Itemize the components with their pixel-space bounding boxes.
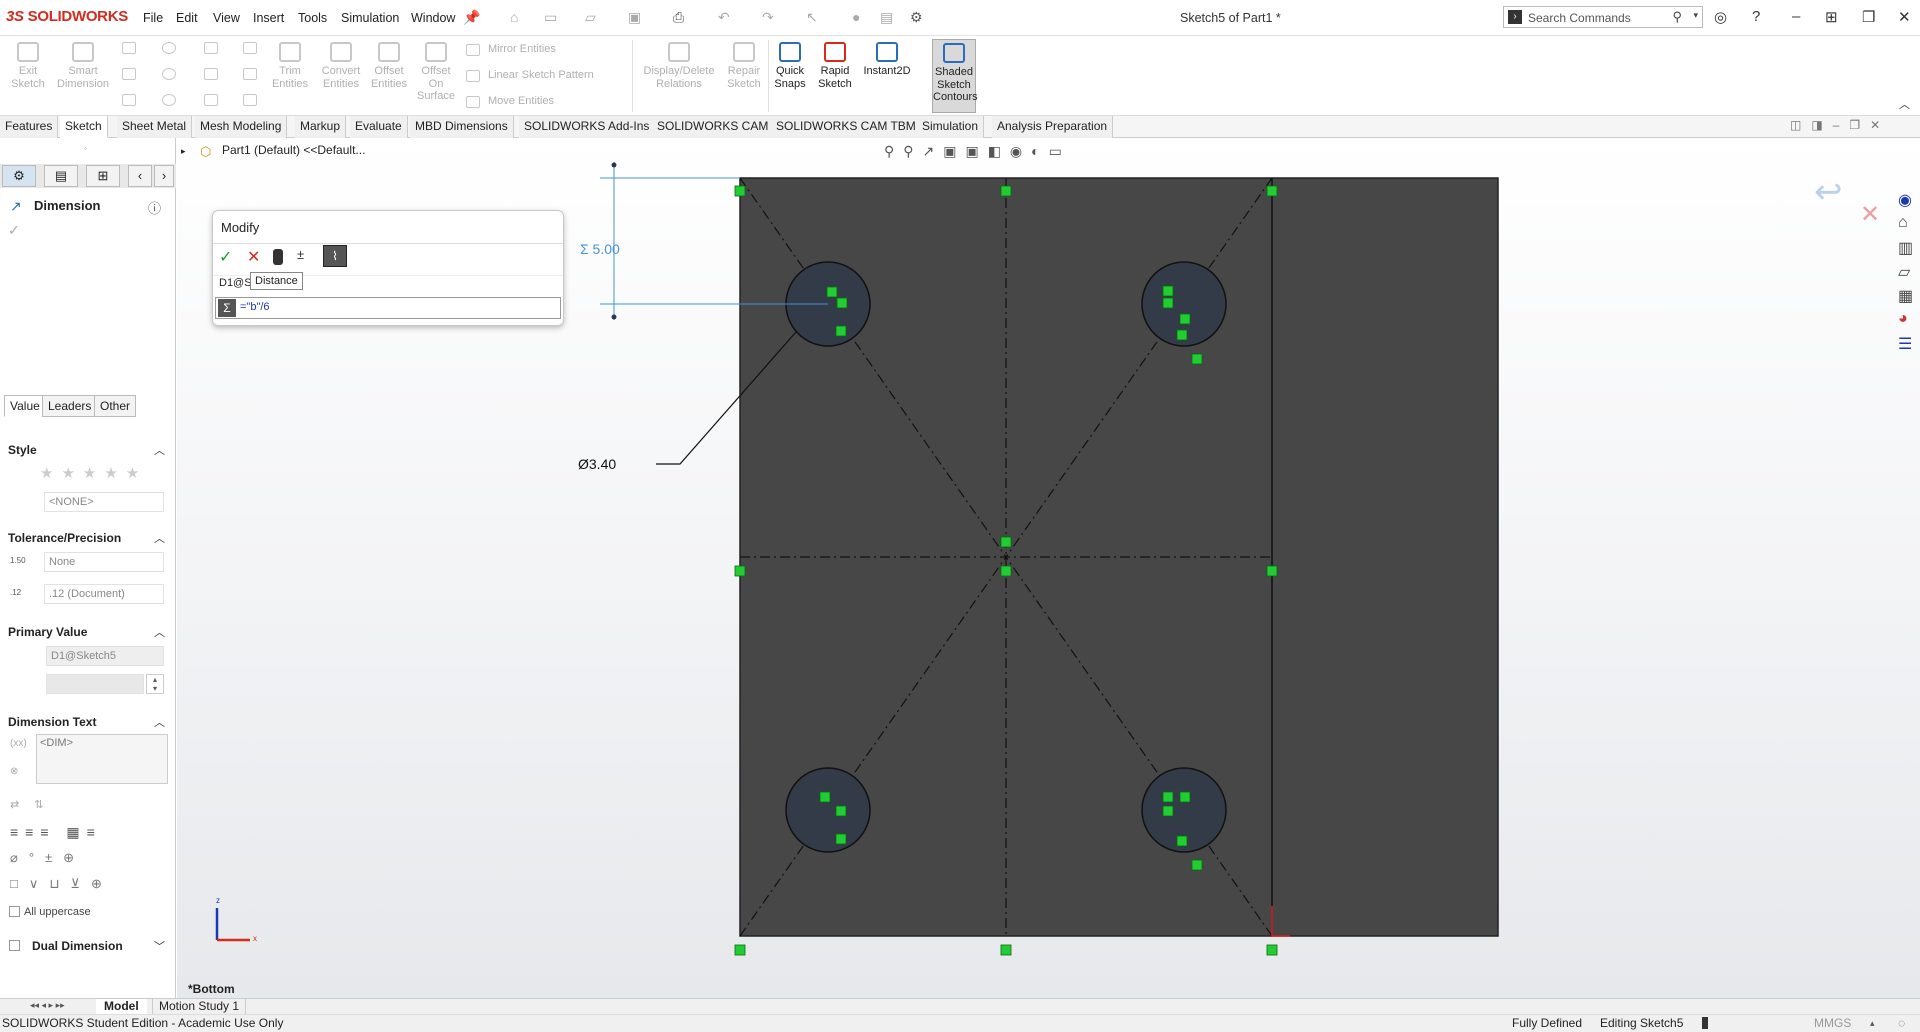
expression-input[interactable]: Σ ="b"/6 <box>215 297 561 319</box>
task-pane: ◉ ⌂ ▥ ▱ ▦ ◕ ☰ <box>1894 190 1920 360</box>
resources-icon[interactable]: ◉ <box>1898 190 1912 210</box>
mark-dimension-icon[interactable]: ⌇ <box>323 245 347 267</box>
rebuild-status-icon[interactable] <box>1702 1017 1708 1029</box>
home-icon[interactable]: ⌂ <box>1898 214 1908 232</box>
rebuild-icon[interactable] <box>273 249 283 265</box>
status-editing: Editing Sketch5 <box>1600 1016 1684 1030</box>
chevron-up-icon[interactable]: ▴ <box>1870 1015 1875 1032</box>
status-defined: Fully Defined <box>1512 1016 1583 1030</box>
sigma-dimension[interactable]: Σ 5.00 <box>580 241 620 257</box>
expression-value[interactable]: ="b"/6 <box>240 301 270 313</box>
dialog-divider <box>213 243 563 244</box>
status-edition: SOLIDWORKS Student Edition - Academic Us… <box>2 1016 284 1030</box>
units-selector[interactable]: MMGS <box>1814 1015 1851 1032</box>
hole-bottom-left <box>785 767 871 853</box>
dimension-arrow <box>611 314 617 320</box>
status-bar: SOLIDWORKS Student Edition - Academic Us… <box>0 1014 1920 1032</box>
ok-check-icon[interactable]: ✓ <box>219 247 232 267</box>
sketch-canvas[interactable] <box>0 0 1920 1032</box>
cancel-corner-icon[interactable]: ✕ <box>1860 200 1880 229</box>
view-orientation-label: *Bottom <box>188 982 235 996</box>
view-palette-icon[interactable]: ▦ <box>1898 286 1913 306</box>
spin-increment-icon[interactable]: ± <box>297 247 304 262</box>
appearances-icon[interactable]: ◕ <box>1898 310 1908 328</box>
tab-motion-study[interactable]: Motion Study 1 <box>152 999 247 1014</box>
sigma-icon: Σ <box>218 299 236 317</box>
confirmation-corner-icon[interactable]: ↩ <box>1814 172 1843 212</box>
dimension-arrow <box>611 162 617 168</box>
cancel-x-icon[interactable]: ✕ <box>247 247 260 267</box>
tab-scroll-icons[interactable]: ◂◂ ◂ ▸ ▸▸ <box>30 1000 65 1011</box>
tab-model[interactable]: Model <box>96 999 147 1014</box>
triad-x-label: x <box>253 934 257 943</box>
library-icon[interactable]: ▥ <box>1898 238 1913 258</box>
custom-properties-icon[interactable]: ☰ <box>1898 334 1912 354</box>
triad-z-label: z <box>216 896 220 905</box>
chat-icon[interactable]: ◌ <box>1898 1015 1905 1032</box>
bottom-tabs: ◂◂ ◂ ▸ ▸▸ Model Motion Study 1 <box>0 998 1920 1014</box>
diameter-dimension[interactable]: Ø3.40 <box>578 456 616 472</box>
tooltip: Distance <box>250 272 303 290</box>
modify-dialog: Modify ✓ ✕ ± ⌇ D1@S Σ ="b"/6 <box>212 210 564 326</box>
file-explorer-icon[interactable]: ▱ <box>1898 262 1910 282</box>
modify-title: Modify <box>221 220 260 235</box>
dimension-name-field[interactable]: D1@S <box>219 277 252 289</box>
